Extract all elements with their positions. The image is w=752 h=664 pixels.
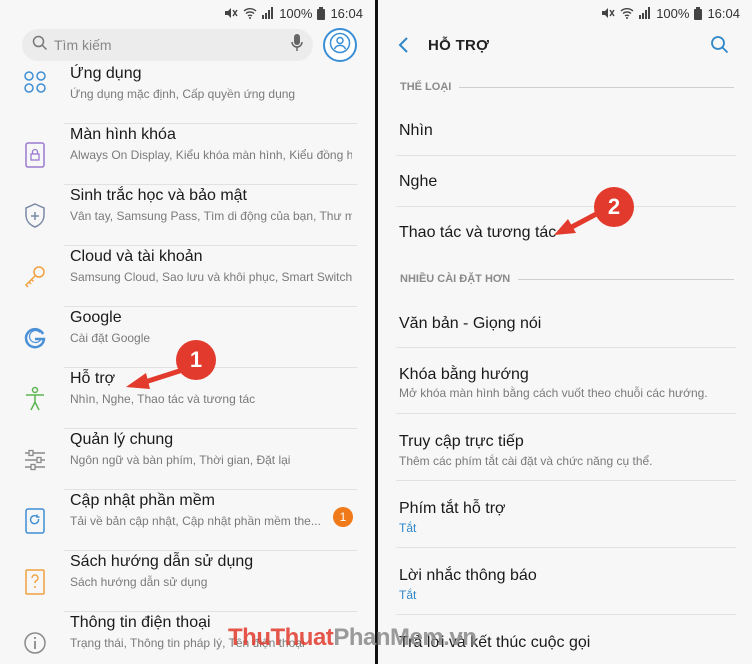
- divider: [459, 86, 734, 88]
- item-status: Tắt: [399, 521, 417, 535]
- manual-icon: [22, 569, 48, 595]
- accessibility-icon: [22, 386, 48, 412]
- update-icon: [22, 508, 48, 534]
- item-title: Nghe: [399, 173, 438, 190]
- item-title: Lời nhắc thông báo: [399, 567, 537, 584]
- signal-icon: [639, 7, 651, 19]
- settings-item-apps[interactable]: Ứng dụng Ứng dụng mặc định, Cấp quyền ứn…: [0, 63, 375, 124]
- sliders-icon: [22, 447, 48, 473]
- settings-item-subtitle: Ngôn ngữ và bàn phím, Thời gian, Đặt lại: [70, 453, 291, 467]
- search-icon: [711, 36, 729, 54]
- mute-icon: [601, 7, 615, 19]
- app-bar: HỖ TRỢ: [378, 26, 752, 66]
- settings-item-subtitle: Sách hướng dẫn sử dụng: [70, 575, 208, 589]
- wifi-icon: [620, 7, 634, 19]
- section-label: THỂ LOẠI: [400, 81, 452, 93]
- settings-item-title: Sinh trắc học và bảo mật: [70, 187, 247, 204]
- chevron-left-icon: [398, 37, 408, 53]
- accessibility-item-text-to-speech[interactable]: Văn bản - Giọng nói: [378, 296, 752, 348]
- search-icon: [32, 35, 48, 56]
- settings-item-title: Ứng dụng: [70, 65, 142, 82]
- battery-icon: [694, 6, 703, 20]
- status-bar: 100% 16:04: [378, 0, 752, 26]
- section-label: NHIỀU CÀI ĐẶT HƠN: [400, 273, 511, 285]
- settings-item-user-manual[interactable]: Sách hướng dẫn sử dụng Sách hướng dẫn sử…: [0, 551, 375, 612]
- callout-1: 1: [176, 340, 216, 380]
- settings-panel: 100% 16:04 Tìm kiếm Ứng dụng Ứng dụng mặ…: [0, 0, 375, 664]
- item-title: Thao tác và tương tác: [399, 224, 557, 241]
- item-title: Văn bản - Giọng nói: [399, 315, 542, 332]
- page-title: HỖ TRỢ: [428, 37, 490, 54]
- section-header-more-settings: NHIỀU CÀI ĐẶT HƠN: [400, 271, 734, 287]
- search-input[interactable]: Tìm kiếm: [22, 29, 313, 61]
- key-icon: [22, 264, 48, 290]
- status-bar: 100% 16:04: [0, 0, 375, 26]
- item-status: Tắt: [399, 588, 417, 602]
- watermark-part2: PhanMem: [333, 624, 444, 651]
- signal-icon: [262, 7, 274, 19]
- settings-item-title: Sách hướng dẫn sử dụng: [70, 553, 254, 570]
- settings-item-title: Cloud và tài khoản: [70, 248, 203, 265]
- settings-item-general-management[interactable]: Quản lý chung Ngôn ngữ và bàn phím, Thời…: [0, 429, 375, 490]
- settings-item-biometrics[interactable]: Sinh trắc học và bảo mật Vân tay, Samsun…: [0, 185, 375, 246]
- battery-icon: [317, 6, 326, 20]
- settings-item-cloud[interactable]: Cloud và tài khoản Samsung Cloud, Sao lư…: [0, 246, 375, 307]
- accessibility-item-direction-lock[interactable]: Khóa bằng hướng Mở khóa màn hình bằng cá…: [378, 348, 752, 414]
- settings-item-subtitle: Always On Display, Kiểu khóa màn hình, K…: [70, 148, 352, 162]
- settings-item-subtitle: Samsung Cloud, Sao lưu và khôi phục, Sma…: [70, 270, 352, 284]
- watermark-part3: .vn: [443, 624, 477, 651]
- google-icon: [22, 325, 48, 351]
- search-placeholder: Tìm kiếm: [54, 37, 112, 53]
- settings-item-title: Màn hình khóa: [70, 126, 176, 143]
- apps-icon: [22, 69, 48, 95]
- divider: [518, 278, 734, 280]
- item-subtitle: Thêm các phím tắt cài đặt và chức năng c…: [399, 454, 653, 468]
- settings-item-subtitle: Nhìn, Nghe, Thao tác và tương tác: [70, 392, 256, 406]
- wifi-icon: [243, 7, 257, 19]
- account-icon: [329, 32, 351, 59]
- search-row: Tìm kiếm: [22, 28, 357, 62]
- settings-item-title: Cập nhật phần mềm: [70, 492, 215, 509]
- settings-item-title: Quản lý chung: [70, 431, 174, 448]
- info-icon: [22, 630, 48, 656]
- accessibility-panel: 100% 16:04 HỖ TRỢ THỂ LOẠI Nhìn Nghe Tha…: [378, 0, 752, 664]
- back-button[interactable]: [396, 36, 410, 59]
- settings-item-title: Google: [70, 309, 122, 326]
- accessibility-item-notification-reminder[interactable]: Lời nhắc thông báo Tắt: [378, 548, 752, 615]
- clock: 16:04: [330, 5, 363, 21]
- microphone-icon[interactable]: [291, 33, 303, 57]
- mute-icon: [224, 7, 238, 19]
- callout-2: 2: [594, 187, 634, 227]
- search-button[interactable]: [710, 35, 730, 60]
- accessibility-item-direct-access[interactable]: Truy cập trực tiếp Thêm các phím tắt cài…: [378, 414, 752, 481]
- settings-item-lock-screen[interactable]: Màn hình khóa Always On Display, Kiểu kh…: [0, 124, 375, 185]
- section-header-categories: THỂ LOẠI: [400, 79, 734, 95]
- battery-percent: 100%: [656, 5, 690, 21]
- settings-item-title: Thông tin điện thoại: [70, 614, 211, 631]
- accessibility-item-vision[interactable]: Nhìn: [378, 104, 752, 156]
- clock: 16:04: [707, 5, 740, 21]
- notification-badge: 1: [333, 507, 353, 527]
- settings-item-subtitle: Ứng dụng mặc định, Cấp quyền ứng dụng: [70, 87, 296, 101]
- item-title: Truy cập trực tiếp: [399, 433, 524, 450]
- accessibility-item-assistant-shortcut[interactable]: Phím tắt hỗ trợ Tắt: [378, 481, 752, 548]
- item-title: Nhìn: [399, 122, 433, 139]
- settings-item-software-update[interactable]: Cập nhật phần mềm Tải về bản cập nhật, C…: [0, 490, 375, 551]
- settings-item-subtitle: Cài đặt Google: [70, 331, 151, 345]
- settings-item-subtitle: Tải về bản cập nhật, Cập nhật phần mềm t…: [70, 514, 320, 528]
- lock-screen-icon: [22, 142, 48, 168]
- settings-item-subtitle: Vân tay, Samsung Pass, Tìm di động của b…: [70, 209, 352, 223]
- item-title: Khóa bằng hướng: [399, 366, 529, 383]
- watermark-part1: ThuThuat: [228, 624, 334, 651]
- accessibility-item-hearing[interactable]: Nghe: [378, 156, 752, 207]
- battery-percent: 100%: [279, 5, 313, 21]
- item-subtitle: Mở khóa màn hình bằng cách vuốt theo chu…: [399, 386, 708, 400]
- watermark: ThuThuatPhanMem.vn: [228, 624, 477, 652]
- shield-icon: [22, 203, 48, 229]
- item-title: Phím tắt hỗ trợ: [399, 500, 506, 517]
- settings-item-title: Hỗ trợ: [70, 370, 116, 387]
- account-button[interactable]: [323, 28, 357, 62]
